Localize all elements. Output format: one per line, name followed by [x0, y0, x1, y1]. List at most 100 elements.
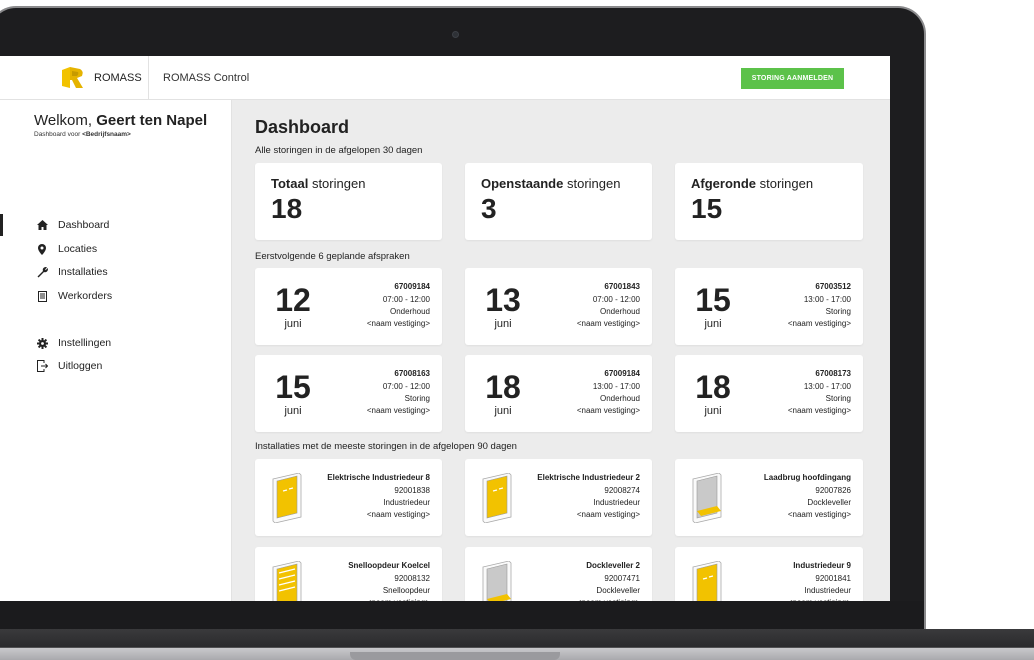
installation-serial: 92008274 — [604, 486, 640, 495]
installation-type: Dockleveller — [807, 498, 851, 507]
document-icon — [36, 290, 48, 302]
company-name: <Bedrijfsnaam> — [82, 131, 131, 138]
appointment-time: 13:00 - 17:00 — [803, 382, 851, 391]
welcome-heading: Welkom, Geert ten Napel — [34, 112, 207, 129]
sidebar-item-locaties[interactable]: Locaties — [0, 238, 232, 260]
screen: ROMASS ROMASS Control STORING AANMELDEN … — [0, 56, 890, 601]
installation-card[interactable]: Snelloopdeur Koelcel 92008132 Snelloopdeur… — [255, 547, 442, 601]
sidebar-item-installaties[interactable]: Installaties — [0, 261, 232, 283]
appointment-location: <naam vestiging> — [787, 319, 851, 328]
installation-card[interactable]: Dockleveller 292007471Dockleveller<naam … — [465, 547, 652, 601]
romass-logo — [62, 67, 83, 88]
main-content: Dashboard Alle storingen in de afgelopen… — [233, 100, 890, 601]
laptop-frame: ROMASS ROMASS Control STORING AANMELDEN … — [0, 0, 1034, 660]
installation-card[interactable]: Elektrische Industriedeur 8 92001838 Indus… — [255, 459, 442, 536]
appointment-number: 67008163 — [394, 369, 430, 378]
appointment-number: 67009184 — [394, 282, 430, 291]
appointment-day: 13 — [485, 282, 521, 318]
industrial-door-icon — [692, 561, 722, 601]
sidebar-item-instellingen[interactable]: Instellingen — [0, 332, 232, 354]
industrial-door-icon — [482, 473, 512, 523]
appointment-location: <naam vestiging> — [576, 319, 640, 328]
laptop-chin — [0, 601, 924, 629]
page-title: Dashboard — [255, 117, 350, 137]
stat-value: 18 — [271, 193, 303, 224]
sidebar-item-label: Locaties — [58, 243, 98, 255]
appointment-card[interactable]: 12 juni 67009184 07:00 - 12:00 Onderhoud <naa… — [255, 268, 442, 345]
appointment-card[interactable]: 13 juni 67001843 07:00 - 12:00 Onderhoud <naa… — [465, 268, 652, 345]
stat-card-completed[interactable]: Afgeronde storingen 15 — [675, 163, 863, 240]
stats-heading: Alle storingen in de afgelopen 30 dagen — [255, 145, 423, 156]
installation-location: <naam vestiging> — [787, 510, 851, 519]
appointment-day: 18 — [695, 369, 731, 405]
installation-serial: 92007471 — [604, 574, 640, 583]
stat-value: 3 — [481, 193, 497, 224]
appointment-card[interactable]: 15 juni 67003512 13:00 - 17:00 Storing <naam … — [675, 268, 863, 345]
appointment-month: juni — [494, 318, 512, 330]
installation-name: Industriedeur 9 — [793, 561, 851, 570]
sidebar-item-werkorders[interactable]: Werkorders — [0, 285, 232, 307]
installation-name: Laadbrug hoofdingang — [763, 473, 851, 482]
sidebar-item-dashboard[interactable]: Dashboard — [0, 214, 232, 236]
appointment-month: juni — [494, 405, 512, 417]
appointment-location: <naam vestiging> — [787, 406, 851, 415]
installation-name: Snelloopdeur Koelcel — [348, 561, 430, 570]
appointment-number: 67003512 — [815, 282, 851, 291]
stat-label: Afgeronde storingen — [691, 176, 813, 191]
appointment-location: <naam vestiging> — [366, 406, 430, 415]
appointment-time: 07:00 - 12:00 — [382, 295, 430, 304]
appointment-day: 12 — [275, 282, 311, 318]
appointment-month: juni — [704, 318, 722, 330]
installation-card[interactable]: Industriedeur 992001841Industriedeur<naa… — [675, 547, 863, 601]
appointments-heading: Eerstvolgende 6 geplande afspraken — [255, 251, 410, 262]
installation-type: Snelloopdeur — [382, 586, 430, 595]
appointment-month: juni — [284, 318, 302, 330]
appointment-card[interactable]: 18 juni 67008173 13:00 - 17:00 Storing <naam … — [675, 355, 863, 432]
installation-location: <naam vestiging> — [576, 510, 640, 519]
installation-serial: 92001838 — [394, 486, 430, 495]
installations-heading: Installaties met de meeste storingen in … — [255, 441, 517, 452]
installation-type: Dockleveller — [596, 586, 640, 595]
stat-label-rest: storingen — [308, 176, 366, 191]
webcam — [452, 31, 459, 38]
sidebar-item-uitloggen[interactable]: Uitloggen — [0, 355, 232, 377]
logout-icon — [36, 360, 48, 372]
appointment-month: juni — [704, 405, 722, 417]
stat-label-rest: storingen — [756, 176, 814, 191]
installation-card[interactable]: Laadbrug hoofdingang 92007826 Dockleveller… — [675, 459, 863, 536]
appointment-kind: Storing — [825, 307, 851, 316]
installation-name: Elektrische Industriedeur 8 — [327, 473, 430, 482]
stat-card-total[interactable]: Totaal storingen 18 — [255, 163, 442, 240]
appointment-month: juni — [284, 405, 302, 417]
user-name: Geert ten Napel — [96, 112, 208, 129]
map-marker-icon — [36, 243, 48, 255]
appointment-location: <naam vestiging> — [366, 319, 430, 328]
sidebar-item-label: Instellingen — [58, 337, 112, 349]
report-malfunction-button[interactable]: STORING AANMELDEN — [741, 68, 844, 89]
gear-icon — [36, 337, 48, 349]
installation-card[interactable]: Elektrische Industriedeur 2 92008274 Indus… — [465, 459, 652, 536]
appointment-card[interactable]: 18 juni 67009184 13:00 - 17:00 Onderhoud <naa… — [465, 355, 652, 432]
sidebar-item-label: Dashboard — [58, 219, 110, 231]
rapid-door-icon — [272, 561, 302, 601]
header-divider — [148, 56, 149, 100]
appointment-kind: Storing — [825, 394, 851, 403]
installation-serial: 92001841 — [815, 574, 851, 583]
stat-value: 15 — [691, 193, 723, 224]
stat-label-bold: Totaal — [271, 176, 309, 191]
app-name[interactable]: ROMASS Control — [163, 72, 249, 84]
sidebar: Welkom, Geert ten Napel Dashboard voor <… — [0, 100, 232, 601]
appointment-number: 67009184 — [604, 369, 640, 378]
installation-location: <naam vestiging> — [366, 510, 430, 519]
dashboard-subtitle: Dashboard voor <Bedrijfsnaam> — [34, 131, 131, 138]
appointment-card[interactable]: 15 juni 67008163 07:00 - 12:00 Storing <naam … — [255, 355, 442, 432]
appointment-location: <naam vestiging> — [576, 406, 640, 415]
subtitle-prefix: Dashboard voor — [34, 131, 81, 138]
welcome-prefix: Welkom, — [34, 112, 93, 129]
installation-type: Industriedeur — [383, 498, 430, 507]
appointment-time: 07:00 - 12:00 — [592, 295, 640, 304]
stat-card-open[interactable]: Openstaande storingen 3 — [465, 163, 652, 240]
sidebar-item-label: Installaties — [58, 266, 108, 278]
appointment-time: 07:00 - 12:00 — [382, 382, 430, 391]
stat-label: Totaal storingen — [271, 176, 365, 191]
